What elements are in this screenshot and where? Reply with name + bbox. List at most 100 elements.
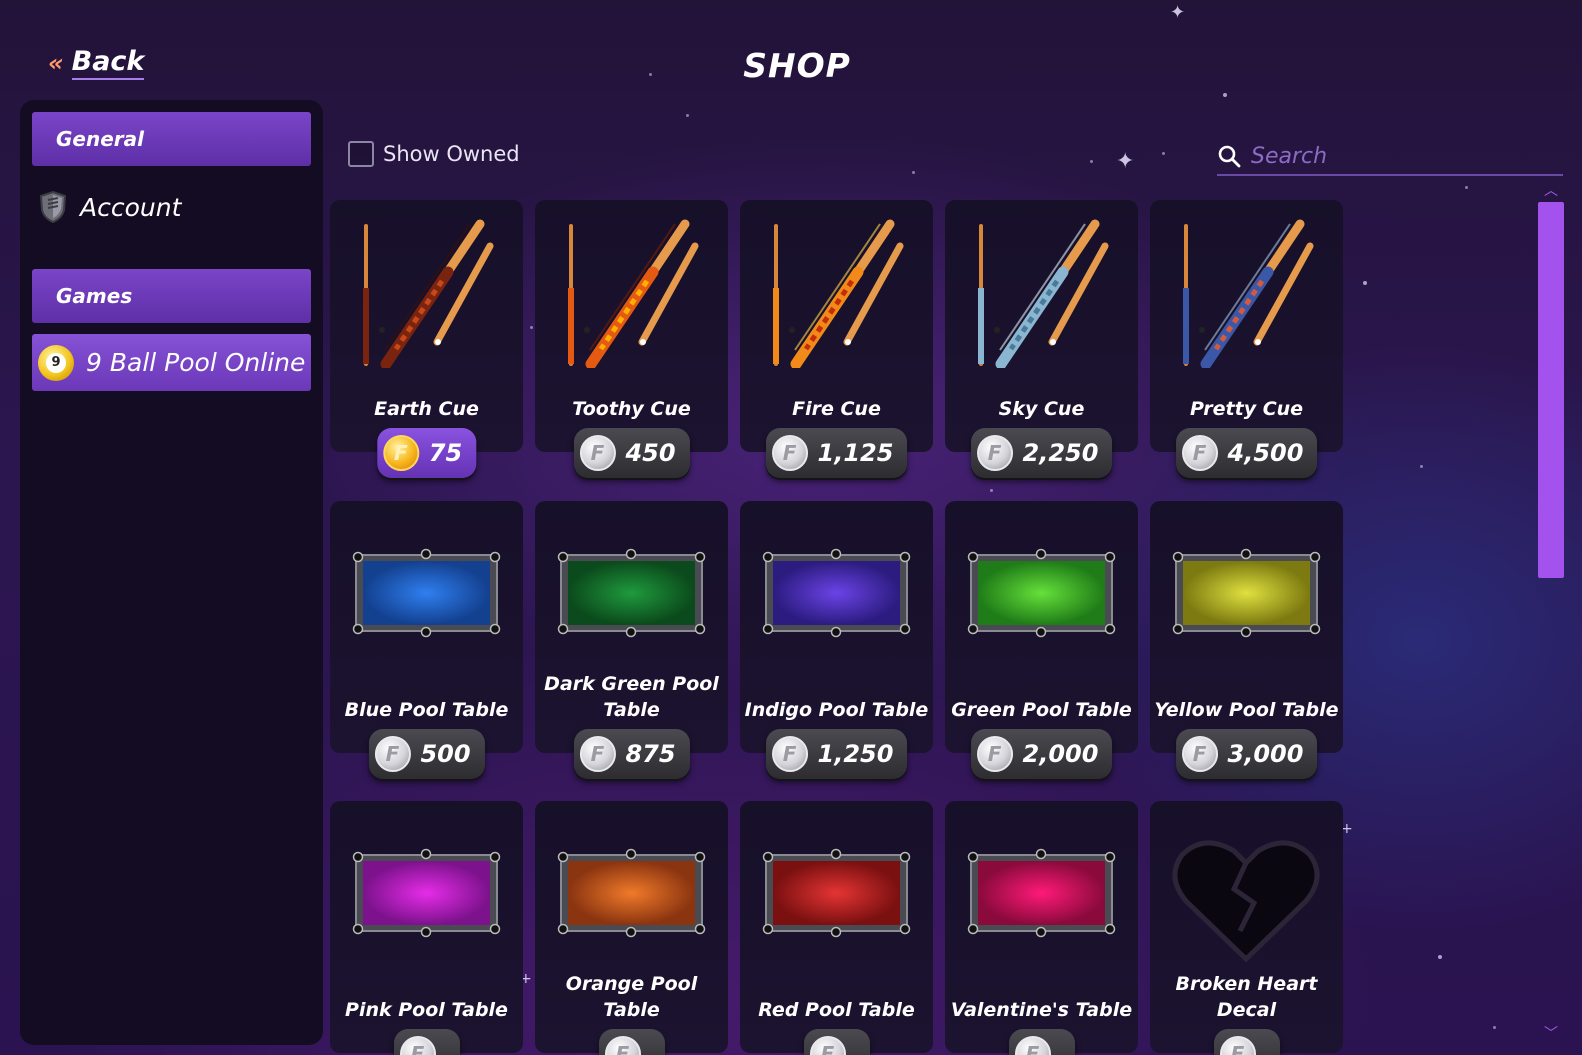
shop-item-card-valentine-s-table[interactable]: Valentine's Table F — [945, 801, 1138, 1055]
silver-coin-icon: F — [579, 736, 616, 772]
scroll-up-icon[interactable]: ︿ — [1542, 180, 1560, 199]
sidebar-item-9-ball-pool-online[interactable]: 9 9 Ball Pool Online — [32, 334, 311, 391]
scrollbar-thumb[interactable] — [1538, 202, 1564, 578]
background-sparkle: ✦ — [1116, 149, 1135, 174]
pool-table-image — [330, 819, 523, 969]
nine-ball-icon: 9 — [38, 344, 74, 381]
price-value: 2,250 — [1022, 439, 1099, 467]
price-value: 1,125 — [817, 439, 894, 467]
silver-coin-icon: F — [771, 736, 808, 772]
silver-coin-icon: F — [1181, 736, 1218, 772]
background-sparkle: ✦ — [1170, 2, 1186, 23]
show-owned-checkbox[interactable] — [348, 141, 374, 167]
buy-price-button[interactable]: F 2,250 — [970, 428, 1113, 478]
item-name: Pink Pool Table — [345, 999, 508, 1021]
shop-item-card-blue-pool-table[interactable]: Blue Pool Table F 500 — [330, 501, 523, 779]
pool-table-image — [945, 519, 1138, 669]
item-name: Green Pool Table — [951, 699, 1132, 721]
silver-coin-icon: F — [771, 435, 808, 471]
background-star — [1438, 955, 1442, 959]
price-value: 75 — [428, 439, 463, 467]
shop-item-card-earth-cue[interactable]: Earth Cue F 75 — [330, 200, 523, 478]
background-star — [1493, 1026, 1496, 1029]
price-value: 2,000 — [1022, 740, 1099, 768]
buy-price-button[interactable]: F 450 — [573, 428, 690, 478]
shop-item-card-dark-green-pool-table[interactable]: Dark Green Pool Table F 875 — [535, 501, 728, 779]
shop-item-card-sky-cue[interactable]: Sky Cue F 2,250 — [945, 200, 1138, 478]
scroll-down-icon[interactable]: ﹀ — [1542, 1023, 1560, 1042]
shop-item-card-green-pool-table[interactable]: Green Pool Table F 2,000 — [945, 501, 1138, 779]
shop-item-card-red-pool-table[interactable]: Red Pool Table F — [740, 801, 933, 1055]
shop-item-grid: Earth Cue F 75 Toothy Cue F 450 Fire Cue F 1,125… — [328, 200, 1358, 1055]
item-name: Broken Heart Decal — [1175, 973, 1318, 1021]
shop-item-card-yellow-pool-table[interactable]: Yellow Pool Table F 3,000 — [1150, 501, 1343, 779]
background-star — [1223, 93, 1227, 97]
shop-item-card-indigo-pool-table[interactable]: Indigo Pool Table F 1,250 — [740, 501, 933, 779]
background-star — [1162, 152, 1165, 155]
buy-price-button[interactable]: F 75 — [376, 428, 477, 478]
search-icon — [1218, 145, 1241, 168]
page-title-text: SHOP — [743, 46, 851, 85]
search-bar — [1217, 138, 1563, 176]
silver-coin-icon: F — [399, 1036, 436, 1055]
price-value: 3,000 — [1227, 740, 1304, 768]
shop-item-card-broken-heart-decal[interactable]: Broken Heart Decal F — [1150, 801, 1343, 1055]
page-title: SHOP — [0, 46, 1582, 85]
silver-coin-icon: F — [809, 1036, 846, 1055]
silver-coin-icon: F — [579, 435, 616, 471]
sidebar-item-label: 9 Ball Pool Online — [86, 348, 306, 377]
search-input[interactable] — [1251, 143, 1541, 169]
cue-image — [740, 218, 933, 370]
item-name: Yellow Pool Table — [1154, 699, 1339, 721]
buy-price-button[interactable]: F 500 — [368, 729, 485, 779]
cue-image — [330, 218, 523, 370]
price-value: 1,250 — [817, 740, 894, 768]
item-name: Blue Pool Table — [344, 699, 509, 721]
background-star — [1090, 160, 1093, 163]
silver-coin-icon: F — [604, 1036, 641, 1055]
pool-table-image — [740, 819, 933, 969]
cue-image — [945, 218, 1138, 370]
item-name: Orange Pool Table — [565, 973, 698, 1021]
shop-item-card-orange-pool-table[interactable]: Orange Pool Table F — [535, 801, 728, 1055]
item-name: Dark Green Pool Table — [544, 673, 719, 721]
sidebar: General Account Games 9 9 Ball Pool Onli… — [20, 100, 323, 1045]
shop-item-card-pink-pool-table[interactable]: Pink Pool Table F — [330, 801, 523, 1055]
buy-price-button[interactable]: F 4,500 — [1175, 428, 1318, 478]
show-owned-toggle[interactable]: Show Owned — [348, 141, 520, 167]
buy-price-button[interactable]: F — [598, 1029, 665, 1055]
cue-image — [535, 218, 728, 370]
buy-price-button[interactable]: F — [1008, 1029, 1075, 1055]
buy-price-button[interactable]: F 1,250 — [765, 729, 908, 779]
background-star — [912, 171, 915, 174]
buy-price-button[interactable]: F 2,000 — [970, 729, 1113, 779]
item-name: Toothy Cue — [572, 398, 691, 420]
buy-price-button[interactable]: F — [1213, 1029, 1280, 1055]
buy-price-button[interactable]: F 875 — [573, 729, 690, 779]
buy-price-button[interactable]: F — [803, 1029, 870, 1055]
item-name: Valentine's Table — [950, 999, 1133, 1021]
shop-item-card-toothy-cue[interactable]: Toothy Cue F 450 — [535, 200, 728, 478]
price-value: 875 — [625, 740, 676, 768]
item-name: Red Pool Table — [758, 999, 915, 1021]
sidebar-item-label: Account — [80, 192, 182, 222]
buy-price-button[interactable]: F 3,000 — [1175, 729, 1318, 779]
silver-coin-icon: F — [1219, 1036, 1256, 1055]
background-star — [1465, 186, 1468, 189]
silver-coin-icon: F — [1181, 435, 1218, 471]
sidebar-item-account[interactable]: Account — [32, 185, 311, 229]
background-star — [1363, 281, 1367, 285]
buy-price-button[interactable]: F — [393, 1029, 460, 1055]
shop-item-card-fire-cue[interactable]: Fire Cue F 1,125 — [740, 200, 933, 478]
show-owned-label: Show Owned — [383, 142, 520, 166]
background-star — [1420, 465, 1423, 468]
scrollbar[interactable]: ︿ ﹀ — [1538, 180, 1564, 1046]
buy-price-button[interactable]: F 1,125 — [765, 428, 908, 478]
gold-coin-icon: F — [382, 435, 419, 471]
pool-table-image — [740, 519, 933, 669]
item-name: Fire Cue — [792, 398, 881, 420]
sidebar-section-general: General — [32, 112, 311, 166]
background-star — [686, 114, 689, 117]
cue-image — [1150, 218, 1343, 370]
shop-item-card-pretty-cue[interactable]: Pretty Cue F 4,500 — [1150, 200, 1343, 478]
